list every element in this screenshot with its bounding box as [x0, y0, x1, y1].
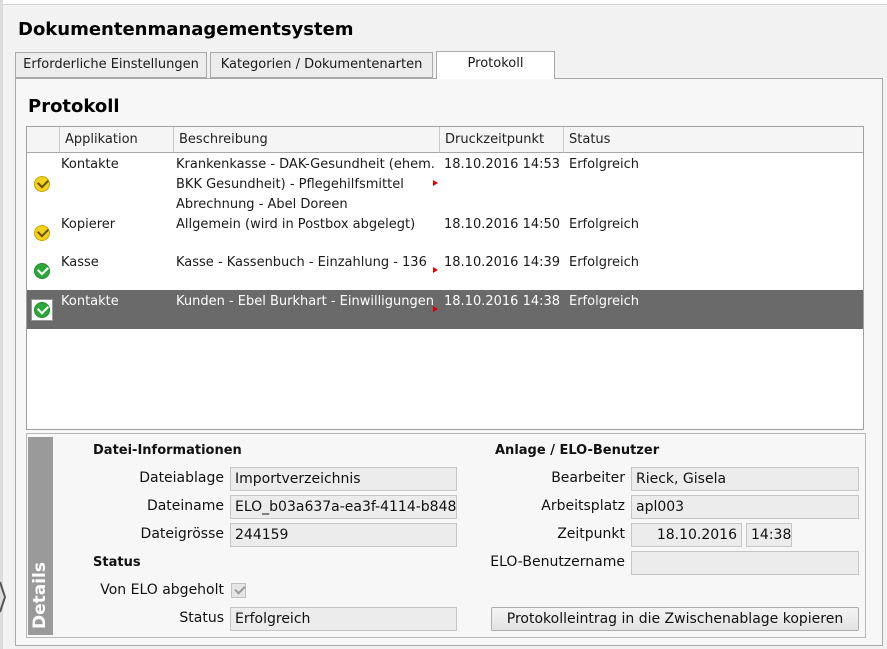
column-header-beschreibung[interactable]: Beschreibung — [174, 127, 440, 153]
app-title: Dokumentenmanagementsystem — [18, 19, 354, 40]
filename-label: Dateiname — [146, 498, 224, 514]
copy-to-clipboard-button[interactable]: Protokolleintrag in die Zwischenablage k… — [491, 607, 859, 631]
tab-erforderliche-einstellungen[interactable]: Erforderliche Einstellungen — [15, 52, 207, 78]
truncation-marker-icon — [433, 267, 438, 273]
clock-field[interactable]: 14:38 — [746, 523, 792, 547]
cell-beschreibung: Krankenkasse - DAK-Gesundheit (ehem. BKK… — [176, 155, 438, 215]
storage-field[interactable]: Importverzeichnis — [230, 467, 457, 491]
workstation-label: Arbeitsplatz — [541, 498, 625, 514]
editor-label: Bearbeiter — [551, 470, 625, 486]
window-top-edge — [0, 0, 887, 5]
table-row[interactable]: Kasse Kasse - Kassenbuch - Einzahlung - … — [27, 251, 863, 289]
protocol-grid[interactable]: Applikation Beschreibung Druckzeitpunkt … — [26, 126, 864, 430]
cell-applikation: Kontakte — [61, 294, 119, 309]
table-row[interactable]: Kontakte Krankenkasse - DAK-Gesundheit (… — [27, 153, 863, 213]
filesize-label: Dateigrösse — [140, 526, 224, 542]
status-field[interactable]: Erfolgreich — [230, 607, 457, 631]
cell-beschreibung-line: BKK Gesundheit) - Pflegehilfsmittel — [176, 177, 404, 192]
time-label: Zeitpunkt — [557, 526, 625, 542]
selection-box — [31, 299, 53, 321]
workstation-field[interactable]: apl003 — [631, 495, 859, 519]
cell-applikation: Kasse — [61, 255, 99, 270]
user-heading: Anlage / ELO-Benutzer — [495, 443, 660, 458]
cell-druckzeitpunkt: 18.10.2016 14:39 — [444, 255, 561, 270]
cell-beschreibung: Kasse - Kassenbuch - Einzahlung - 136 — [176, 255, 427, 270]
fetched-checkbox[interactable] — [231, 583, 246, 598]
warning-check-icon — [34, 176, 50, 192]
cell-status: Erfolgreich — [569, 217, 640, 232]
cell-beschreibung: Kunden - Ebel Burkhart - Einwilligungen — [176, 294, 435, 309]
tab-protokoll[interactable]: Protokoll — [436, 51, 555, 79]
cell-druckzeitpunkt: 18.10.2016 14:50 — [444, 217, 561, 232]
details-expander[interactable]: Details — [28, 437, 53, 635]
fetched-label: Von ELO abgeholt — [100, 582, 224, 598]
truncation-marker-icon — [433, 180, 438, 186]
cell-applikation: Kontakte — [61, 157, 119, 172]
cell-beschreibung-line: Krankenkasse - DAK-Gesundheit (ehem. — [176, 157, 435, 172]
cell-applikation: Kopierer — [61, 217, 116, 232]
elo-user-label: ELO-Benutzername — [490, 554, 625, 570]
table-row-selected[interactable]: Kontakte Kunden - Ebel Burkhart - Einwil… — [27, 290, 863, 329]
section-title: Protokoll — [28, 96, 120, 117]
warning-check-icon — [34, 225, 50, 241]
elo-user-field[interactable] — [631, 551, 859, 575]
status-heading: Status — [93, 555, 141, 570]
cell-status: Erfolgreich — [569, 157, 640, 172]
truncation-marker-icon — [433, 306, 438, 312]
checkmark-icon — [234, 583, 246, 595]
tab-kategorien-dokumentenarten[interactable]: Kategorien / Dokumentenarten — [210, 52, 433, 78]
window-left-edge — [0, 0, 3, 649]
filesize-field[interactable]: 244159 — [230, 523, 457, 547]
success-check-icon — [34, 302, 50, 318]
editor-field[interactable]: Rieck, Gisela — [631, 467, 859, 491]
success-check-icon — [34, 263, 50, 279]
cell-druckzeitpunkt: 18.10.2016 14:38 — [444, 294, 561, 309]
cell-status: Erfolgreich — [569, 255, 640, 270]
cell-status: Erfolgreich — [569, 294, 640, 309]
filename-field[interactable]: ELO_b03a637a-ea3f-4114-b848 — [230, 495, 457, 519]
splitter-grip-icon[interactable] — [0, 580, 6, 615]
file-info-heading: Datei-Informationen — [93, 443, 242, 458]
status-label: Status — [179, 610, 224, 626]
column-header-status-icon[interactable] — [27, 127, 60, 153]
column-header-applikation[interactable]: Applikation — [60, 127, 174, 153]
table-row[interactable]: Kopierer Allgemein (wird in Postbox abge… — [27, 213, 863, 251]
cell-beschreibung-line: Abrechnung - Abel Doreen — [176, 197, 348, 212]
date-field[interactable]: 18.10.2016 — [631, 523, 742, 547]
storage-label: Dateiablage — [139, 470, 224, 486]
details-label: Details — [30, 561, 50, 629]
column-header-druckzeitpunkt[interactable]: Druckzeitpunkt — [440, 127, 564, 153]
cell-druckzeitpunkt: 18.10.2016 14:53 — [444, 157, 561, 172]
cell-beschreibung: Allgemein (wird in Postbox abgelegt) — [176, 217, 416, 232]
column-header-status[interactable]: Status — [564, 127, 863, 153]
